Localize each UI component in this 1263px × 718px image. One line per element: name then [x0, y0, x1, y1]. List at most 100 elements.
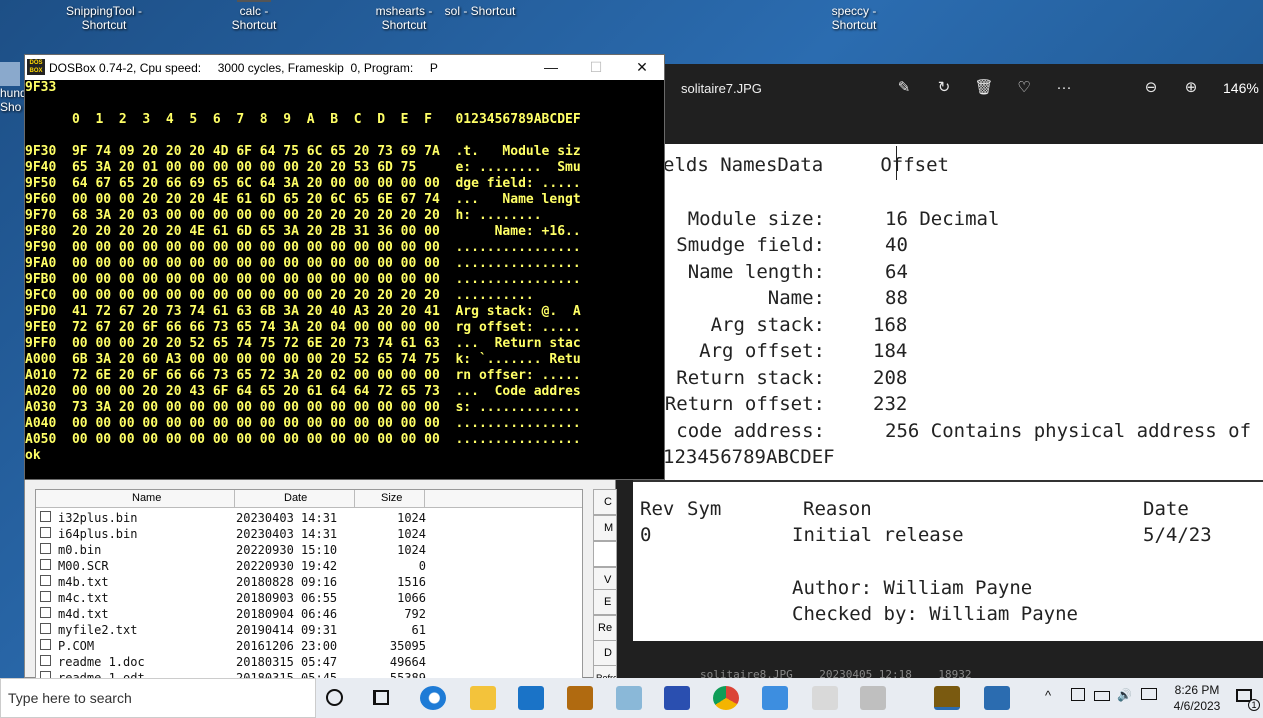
zoom-level[interactable]: 146% — [1223, 80, 1259, 96]
file-row-behind: solitaire8.JPG 20230405 12:18 18932 — [700, 668, 972, 678]
file-icon — [40, 527, 51, 538]
delete-icon[interactable]: 🗑 — [973, 78, 995, 98]
file-row[interactable]: m0.bin 20220930 15:10 1024 — [36, 543, 576, 559]
mail-icon[interactable] — [518, 686, 544, 710]
file-date: 20180315 05:47 — [236, 655, 338, 669]
dosbox-window[interactable]: DOS BOX DOSBox 0.74-2, Cpu speed: 3000 c… — [24, 54, 665, 480]
more-icon[interactable]: ··· — [1053, 78, 1075, 98]
dos-line: A010 72 6E 20 6F 66 66 73 65 72 3A 20 02… — [25, 368, 581, 383]
task-view-icon[interactable] — [373, 690, 389, 705]
file-row[interactable]: m4c.txt 20180903 06:55 1066 — [36, 591, 576, 607]
file-name: P.COM — [58, 639, 95, 653]
side-button[interactable]: D — [593, 640, 617, 666]
photo-row-value: 64 — [885, 261, 908, 283]
app-icon[interactable] — [812, 686, 838, 710]
network-icon[interactable] — [1071, 688, 1085, 701]
file-size: 0 — [418, 559, 426, 573]
desktop-icon-sol[interactable]: sol - Shortcut — [440, 0, 520, 18]
side-button[interactable]: Re — [593, 615, 617, 641]
dos-line: A030 73 3A 20 00 00 00 00 00 00 00 00 00… — [25, 400, 581, 415]
side-input[interactable] — [593, 541, 617, 567]
dos-line: 0 1 2 3 4 5 6 7 8 9 A B C D E F 01234567… — [25, 112, 581, 127]
file-row[interactable]: i64plus.bin 20230403 14:31 1024 — [36, 527, 576, 543]
desktop-icon-calc[interactable]: calc - Shortcut — [214, 0, 294, 32]
photo-row-value: 168 — [873, 314, 908, 336]
taskbar-search-box[interactable]: Type here to search — [0, 678, 316, 718]
file-date: 20220930 19:42 — [236, 559, 338, 573]
file-manager-window[interactable]: Name Date Size i32plus.bin 20230403 14:31… — [24, 478, 617, 691]
dosbox-titlebar[interactable]: DOS BOX DOSBox 0.74-2, Cpu speed: 3000 c… — [25, 55, 664, 80]
battery-icon[interactable] — [1094, 691, 1110, 701]
ftp-icon[interactable] — [664, 686, 690, 710]
maximize-button[interactable]: ☐ — [581, 58, 611, 76]
file-row[interactable]: readme 1.doc 20180315 05:47 49664 — [36, 655, 576, 671]
desktop-icon-snippingtool[interactable]: SnippingTool - Shortcut — [64, 0, 144, 32]
photos-window[interactable]: solitaire7.JPG ✎ ↻ 🗑 ♡ ··· ⊖ ⊕ 146% elds… — [613, 64, 1263, 678]
photos-taskbar-icon[interactable] — [984, 686, 1010, 710]
file-row[interactable]: m4d.txt 20180904 06:46 792 — [36, 607, 576, 623]
file-row[interactable]: m4b.txt 20180828 09:16 1516 — [36, 575, 576, 591]
input-icon[interactable] — [1141, 688, 1157, 700]
desktop-icon-label: calc - Shortcut — [231, 4, 277, 32]
file-explorer-icon[interactable] — [470, 686, 496, 710]
file-date: 20180904 06:46 — [236, 607, 338, 621]
speaker-icon[interactable]: 🔊 — [1117, 688, 1132, 702]
desktop-icon-mshearts[interactable]: mshearts - Shortcut — [364, 0, 444, 32]
file-row[interactable]: i32plus.bin 20230403 14:31 1024 — [36, 511, 576, 527]
file-row[interactable]: myfile2.txt 20190414 09:31 61 — [36, 623, 576, 639]
file-row[interactable]: P.COM 20161206 23:00 35095 — [36, 639, 576, 655]
cortana-icon[interactable] — [326, 689, 343, 706]
mshearts-icon — [387, 0, 421, 2]
column-name[interactable]: Name — [132, 492, 161, 504]
app-icon[interactable] — [860, 686, 886, 710]
dos-line: 9F30 9F 74 09 20 20 20 4D 6F 64 75 6C 65… — [25, 144, 581, 159]
zoom-out-icon[interactable]: ⊖ — [1140, 78, 1162, 98]
side-button[interactable]: E — [593, 589, 617, 615]
app-icon[interactable] — [762, 686, 788, 710]
side-button[interactable]: C — [593, 489, 617, 515]
desktop-icon-label: SnippingTool - Shortcut — [65, 4, 143, 32]
dos-line: 9F33 — [25, 80, 57, 95]
file-size: 49664 — [389, 655, 426, 669]
file-name: myfile2.txt — [58, 623, 138, 637]
edge-icon[interactable] — [420, 686, 446, 710]
chevron-up-icon[interactable]: ^ — [1045, 688, 1051, 703]
file-list-header: Name Date Size — [36, 490, 582, 508]
notepad-icon[interactable] — [616, 686, 642, 710]
dos-line: ok — [25, 448, 41, 463]
favorite-icon[interactable]: ♡ — [1013, 78, 1035, 98]
file-size: 1024 — [397, 511, 426, 525]
minimize-button[interactable]: — — [536, 58, 566, 76]
zoom-in-icon[interactable]: ⊕ — [1180, 78, 1202, 98]
dos-line: 9F90 00 00 00 00 00 00 00 00 00 00 00 00… — [25, 240, 581, 255]
file-date: 20161206 23:00 — [236, 639, 338, 653]
chrome-icon[interactable] — [713, 686, 739, 710]
file-row[interactable]: M00.SCR 20220930 19:42 0 — [36, 559, 576, 575]
clock[interactable]: 8:26 PM 4/6/2023 — [1166, 682, 1228, 714]
column-divider — [354, 490, 355, 508]
desktop-icon-speccy[interactable]: speccy - Shortcut — [814, 0, 894, 32]
file-list[interactable]: Name Date Size i32plus.bin 20230403 14:31… — [35, 489, 583, 679]
column-size[interactable]: Size — [381, 492, 402, 504]
file-list-scrollbar[interactable]: ▲ — [582, 524, 583, 679]
dos-line: 9F80 20 20 20 20 20 4E 61 6D 65 3A 20 2B… — [25, 224, 581, 239]
photo-divider — [633, 480, 1263, 482]
rev-header-reason: Reason — [803, 498, 872, 520]
file-date: 20220930 15:10 — [236, 543, 338, 557]
photo-hex-line: 123456789ABCDEF — [663, 446, 835, 468]
dos-line: 9FA0 00 00 00 00 00 00 00 00 00 00 00 00… — [25, 256, 581, 271]
dosbox-taskbar-icon[interactable] — [934, 686, 960, 710]
dos-line: A050 00 00 00 00 00 00 00 00 00 00 00 00… — [25, 432, 581, 447]
rotate-icon[interactable]: ↻ — [933, 78, 955, 98]
dos-screen[interactable]: 9F33 0 1 2 3 4 5 6 7 8 9 A B C D E F 012… — [25, 80, 664, 479]
file-size: 1516 — [397, 575, 426, 589]
file-icon — [40, 591, 51, 602]
app-icon[interactable] — [567, 686, 593, 710]
column-divider — [234, 490, 235, 508]
edit-icon[interactable]: ✎ — [893, 78, 915, 98]
side-button[interactable]: M — [593, 515, 617, 541]
column-date[interactable]: Date — [284, 492, 307, 504]
file-name: i32plus.bin — [58, 511, 138, 525]
close-button[interactable]: ✕ — [627, 58, 657, 76]
desktop-icon-partial[interactable]: hund Sho — [0, 62, 26, 114]
